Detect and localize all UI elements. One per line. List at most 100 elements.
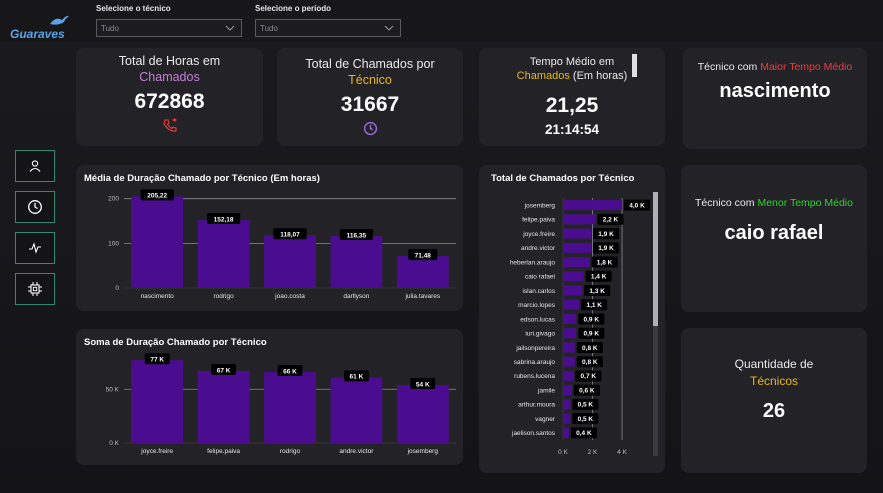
y-tick-label: jaelison.santos (511, 430, 556, 437)
y-tick-label: rubens.lucena (514, 373, 555, 380)
y-tick-label: 0 (115, 285, 119, 292)
nav-button-pulse[interactable] (15, 232, 55, 264)
data-label: 77 K (150, 357, 164, 364)
x-tick-label: joao.costa (274, 293, 305, 300)
bar (264, 235, 316, 288)
y-tick-label: vagner (535, 416, 556, 423)
y-tick-label: sabrina.araujo (514, 359, 556, 366)
chart-total-chamados-plot: 0 K 2 K 4 K josemberg 4,0 K felipe.paiva 2,2 K… (510, 198, 651, 456)
data-label: 1,3 K (589, 288, 605, 295)
periodo-select[interactable]: Tudo (255, 19, 401, 37)
bar (563, 314, 577, 324)
bar (563, 257, 590, 268)
kpi-maior-tempo-title: Técnico com (697, 61, 758, 73)
bar (563, 299, 580, 310)
bar (330, 377, 383, 443)
kpi-maior-tempo-value: nascimento (719, 80, 831, 102)
data-label: 0,4 K (576, 430, 592, 437)
bar (563, 370, 574, 381)
bar (563, 413, 571, 424)
bar (197, 370, 250, 443)
bar (563, 342, 575, 353)
kpi-qtd-tecnicos-highlight: Técnicos (749, 374, 799, 388)
kpi-total-chamados-value: 31667 (340, 93, 400, 116)
x-tick-label: rodrigo (280, 448, 301, 455)
data-label: 4,0 K (629, 202, 645, 209)
y-tick-label: iuri.givago (525, 331, 555, 338)
bar (264, 372, 316, 443)
brand-name: Guaraves (10, 27, 65, 41)
bar (563, 356, 575, 367)
nav-button-clock[interactable] (15, 191, 55, 223)
clock-icon (363, 121, 377, 136)
filter-tecnico-label: Selecione o técnico (96, 4, 171, 13)
data-label: 61 K (350, 374, 364, 381)
pulse-icon (29, 242, 41, 254)
data-label: 0,8 K (582, 345, 598, 352)
nav-button-user[interactable] (15, 150, 55, 182)
kpi-total-horas-title: Total de Horas em (118, 54, 221, 68)
bar (563, 271, 584, 282)
chevron-down-icon (384, 25, 394, 31)
kpi-tempo-medio-value: 21,25 (545, 94, 599, 117)
kpi-total-horas: Total de Horas em Chamados 672868 (76, 48, 263, 146)
brand-logo: Guaraves (10, 14, 70, 44)
data-label: 54 K (416, 381, 430, 388)
data-label: 71,48 (415, 252, 432, 259)
x-tick-label: julia.tavares (404, 293, 440, 300)
bar (396, 384, 449, 443)
data-label: 152,18 (214, 216, 234, 223)
bar (563, 242, 592, 253)
tecnico-select-value: Tudo (101, 24, 119, 33)
y-tick-label: marcio.lopes (518, 302, 556, 309)
bar (563, 399, 571, 410)
chart-scroll-thumb[interactable] (653, 192, 658, 326)
chart-soma-duracao: Soma de Duração Chamado por Técnico 0 K5… (76, 329, 463, 465)
bar (563, 200, 623, 211)
kpi-menor-tempo-title: Técnico com (695, 197, 755, 209)
phone-forward-icon (162, 118, 177, 132)
data-label: 1,9 K (598, 231, 614, 238)
kpi-total-chamados-title: Total de Chamados por (305, 57, 435, 71)
chart-soma-duracao-plot: 0 K 50 K 77 K joyce.freire 67 K felipe.paiva 6… (106, 353, 456, 455)
y-tick-label: josemberg (524, 202, 556, 209)
bar (563, 385, 572, 396)
kpi-menor-tempo-value: caio rafael (724, 222, 824, 244)
bar (563, 228, 592, 239)
y-tick-label: joyce.freire (522, 231, 555, 238)
kpi-qtd-tecnicos: Quantidade de Técnicos 26 (681, 328, 867, 473)
y-tick-label: heberlan.araujo (510, 259, 556, 266)
data-label: 67 K (217, 367, 231, 374)
bar (396, 256, 449, 288)
y-tick-label: islan.carlos (522, 288, 555, 295)
y-tick-label: edson.lucas (520, 316, 555, 323)
chart-total-chamados: Total de Chamados por Técnico 0 K2 K4 Kj… (479, 165, 665, 473)
data-label: 0,7 K (581, 373, 597, 380)
kpi-total-horas-highlight: Chamados (139, 70, 200, 84)
data-label: 0,8 K (582, 359, 598, 366)
chart-media-duracao: Média de Duração Chamado por Técnico (Em… (76, 165, 463, 311)
chart-scrollbar[interactable] (653, 192, 658, 456)
y-tick-label: 0 K (109, 440, 119, 447)
data-label: 116,35 (347, 232, 367, 239)
data-label: 205,22 (147, 193, 167, 200)
data-label: 1,8 K (597, 259, 613, 266)
data-label: 0,9 K (584, 316, 600, 323)
kpi-tempo-medio-unit: (Em horas) (572, 70, 628, 82)
chip-icon (28, 282, 42, 296)
data-label: 1,1 K (586, 302, 602, 309)
bar (330, 236, 383, 288)
data-label: 1,9 K (598, 245, 614, 252)
kpi-total-horas-value: 672868 (134, 90, 205, 113)
tecnico-select[interactable]: Tudo (96, 19, 242, 37)
filter-tecnico: Selecione o técnico Tudo (96, 4, 242, 37)
kpi-scrollbar[interactable] (632, 54, 637, 77)
bar (197, 220, 250, 288)
y-tick-label: andre.victor (521, 245, 556, 252)
kpi-qtd-tecnicos-title: Quantidade de (734, 357, 814, 371)
kpi-total-chamados-highlight: Técnico (348, 73, 392, 87)
nav-button-chip[interactable] (15, 273, 55, 305)
y-tick-label: 200 (108, 196, 119, 203)
kpi-maior-tempo: Técnico com Maior Tempo Médio nascimento (683, 48, 867, 149)
data-label: 0,5 K (578, 402, 594, 409)
